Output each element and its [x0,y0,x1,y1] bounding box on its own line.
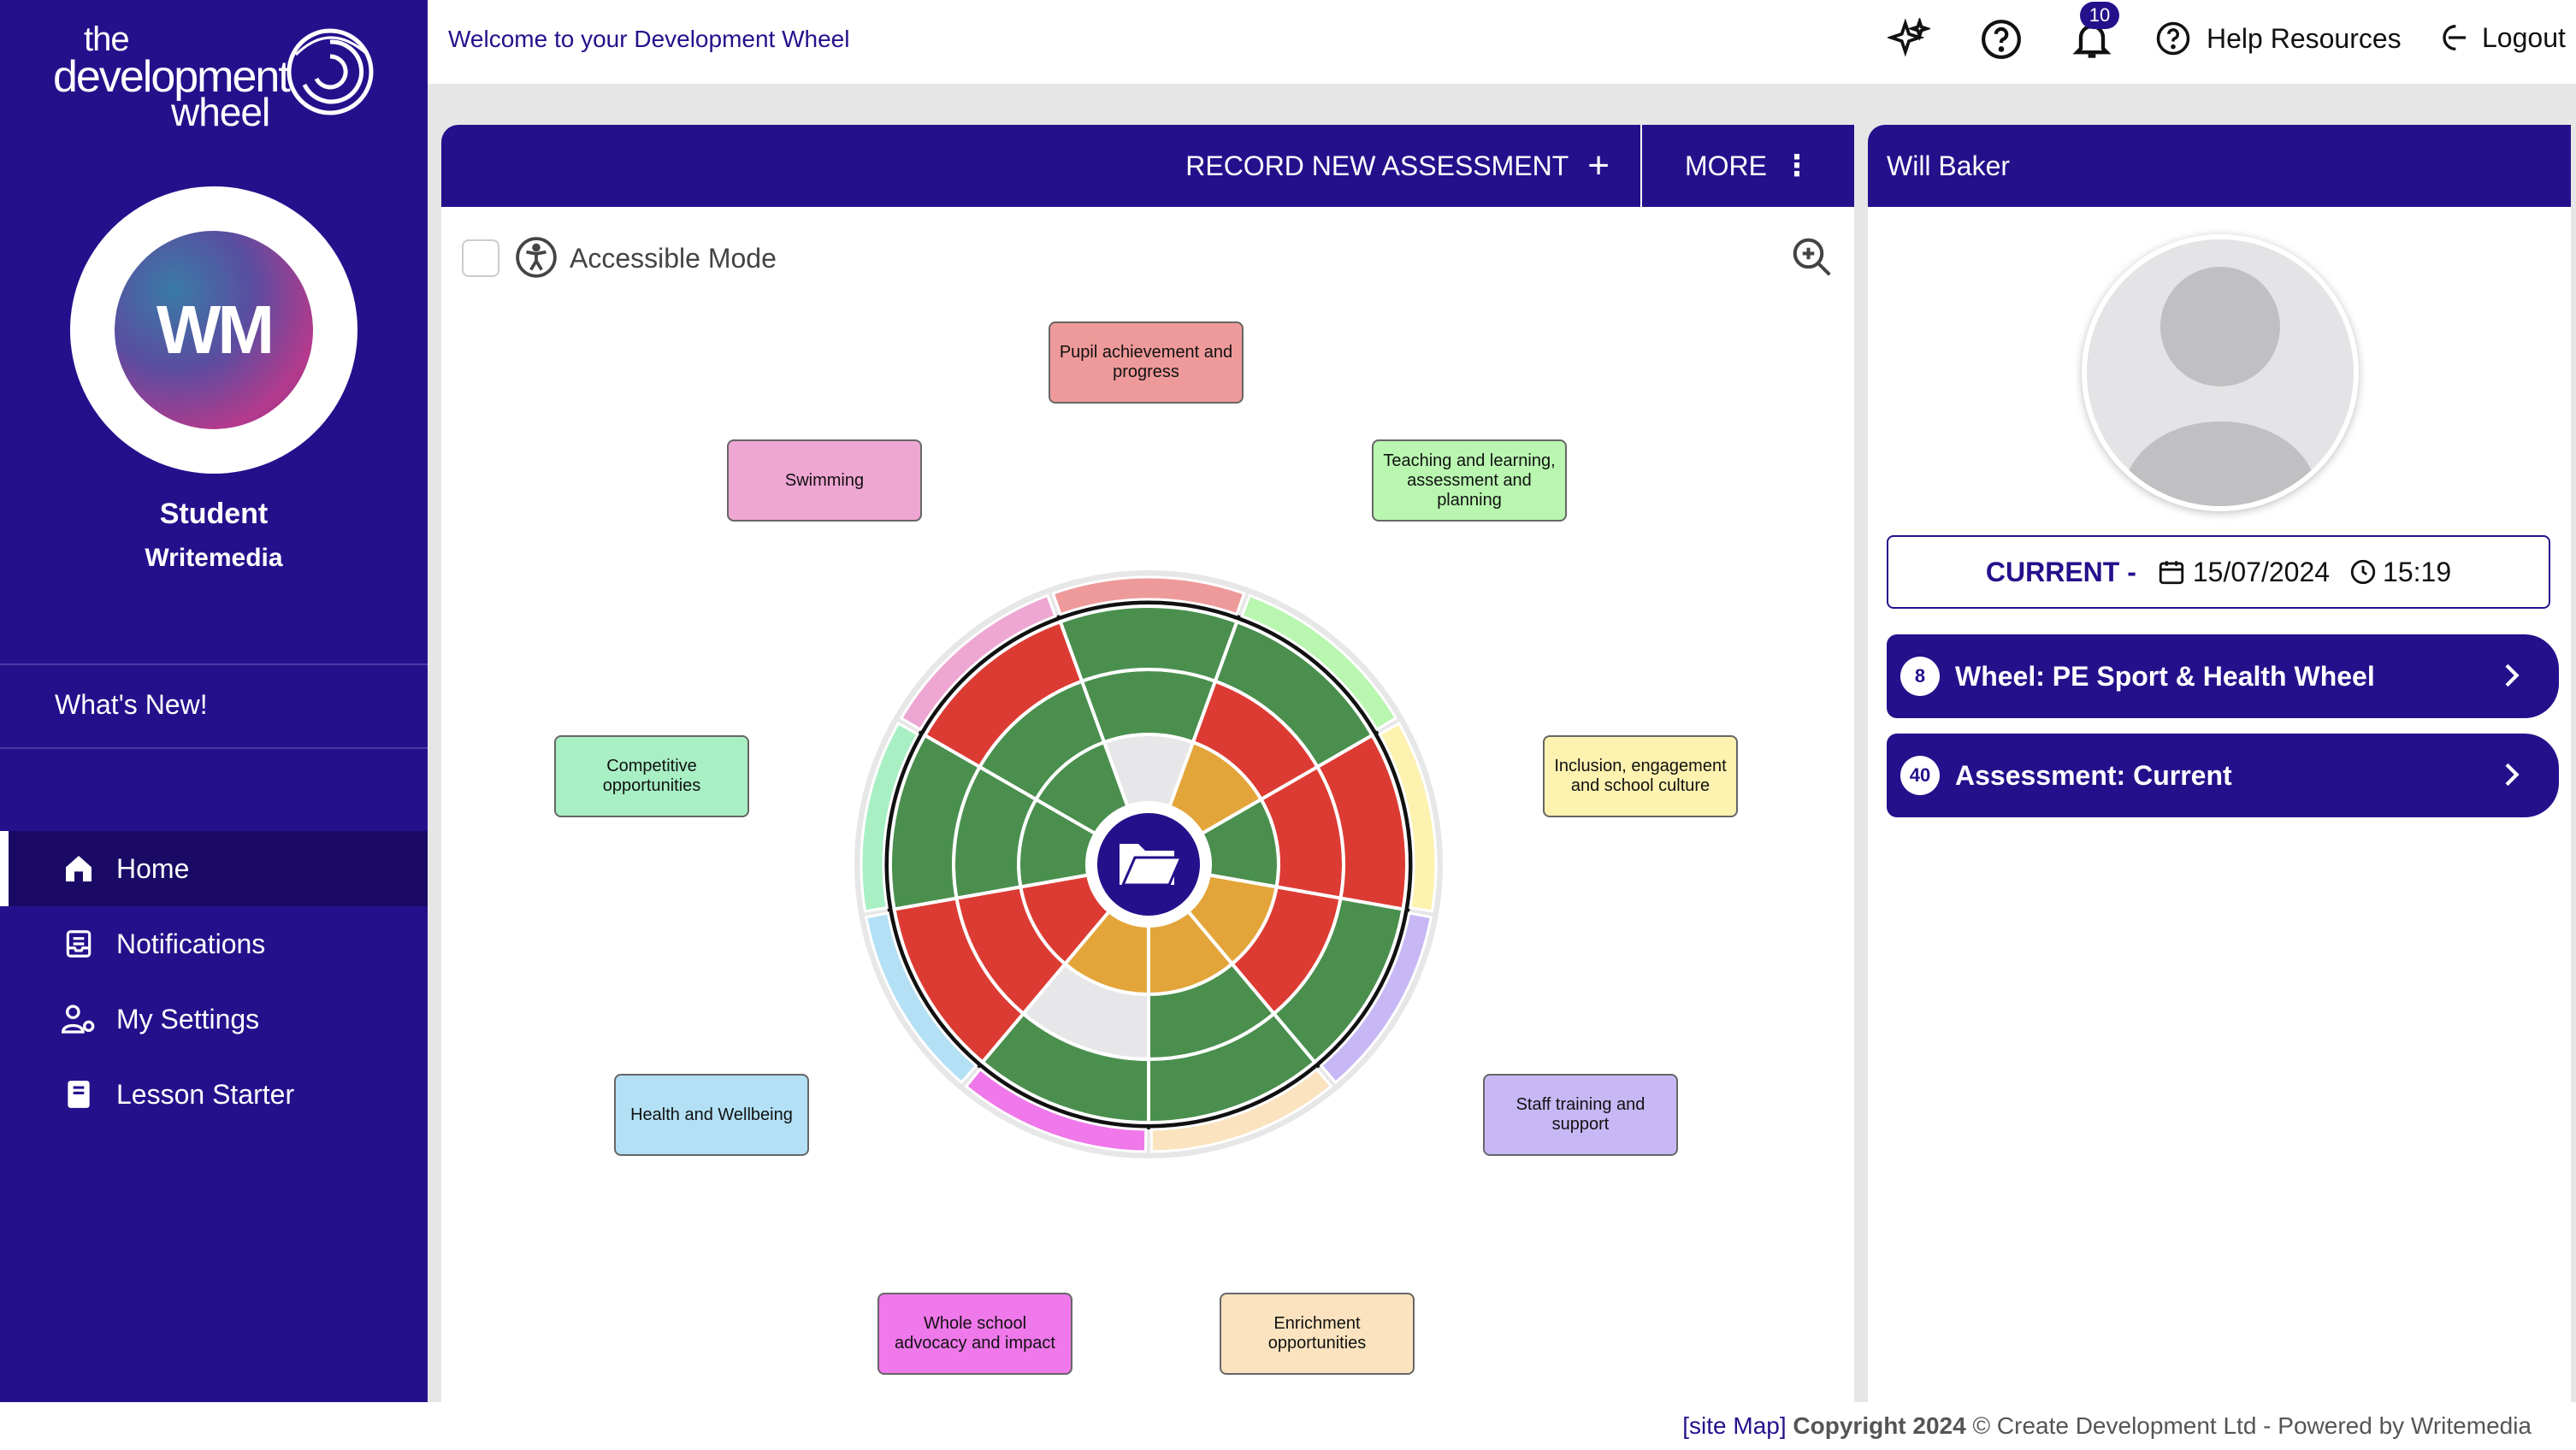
copyright-year: Copyright 2024 [1793,1412,1966,1439]
divider [0,747,428,749]
current-label: CURRENT - [1985,556,2136,587]
logout-label: Logout [2482,21,2566,53]
nav-item-home[interactable]: Home [0,831,428,906]
user-settings-icon [60,1000,97,1038]
profile-avatar[interactable] [2082,234,2359,511]
current-assessment-box[interactable]: CURRENT - 15/07/2024 15:19 [1887,535,2550,609]
wheel-label-enrichment[interactable]: Enrichment opportunities [1220,1293,1415,1375]
user-org: Writemedia [145,544,283,572]
notifications-icon [60,925,97,963]
assessment-time: 15:19 [2383,556,2452,587]
assessment-count-badge: 40 [1900,756,1940,795]
wheel-panel: RECORD NEW ASSESSMENT + MORE ⋮ Accessibl… [441,125,1854,1402]
home-icon [60,850,97,887]
wheel-label-pupil-achievement[interactable]: Pupil achievement and progress [1049,321,1244,404]
profile-name: Will Baker [1868,125,2571,207]
whats-new-link[interactable]: What's New! [55,689,208,721]
site-map-link[interactable]: [site Map] [1682,1412,1786,1439]
org-avatar: WM [70,186,357,474]
footer: [site Map] Copyright 2024 © Create Devel… [0,1402,2576,1450]
sidebar: the development wheel WM Student Writeme… [0,0,428,1402]
notification-count-badge: 10 [2080,2,2119,29]
logout-icon [2443,25,2466,50]
wheel-count-badge: 8 [1900,657,1940,696]
sparkle-icon[interactable] [1885,15,1933,63]
user-role: Student [159,498,269,530]
wheel-segment-0-2[interactable] [1058,604,1239,684]
nav-item-notifications[interactable]: Notifications [0,906,428,981]
chevron-right-icon [2505,663,2520,687]
logo-text-wheel: wheel [171,90,270,134]
org-avatar-initials: WM [115,231,313,429]
footer-text: [site Map] Copyright 2024 © Create Devel… [1682,1412,2532,1440]
nav-item-label: Notifications [116,928,266,959]
calendar-icon [2159,561,2184,585]
clock-icon [2350,559,2376,585]
assessment-date: 15/07/2024 [2192,556,2331,587]
wheel-label-swimming[interactable]: Swimming [727,439,922,522]
assessment-selector[interactable]: 40 Assessment: Current [1887,734,2559,817]
help-resources-link[interactable]: Help Resources [2155,21,2402,56]
nav-item-my-settings[interactable]: My Settings [0,981,428,1057]
nav-item-label: Home [116,852,190,884]
wheel-label-whole-school-advocacy[interactable]: Whole school advocacy and impact [877,1293,1072,1375]
nav-item-label: My Settings [116,1003,260,1034]
profile-panel: Will Baker CURRENT - 15/07/2024 15:19 8 … [1868,125,2571,1402]
wheel-label-teaching-learning[interactable]: Teaching and learning, assessment and pl… [1372,439,1567,522]
nav-item-label: Lesson Starter [116,1078,295,1110]
help-resources-label: Help Resources [2207,22,2402,54]
wheel-selector-label: Wheel: PE Sport & Health Wheel [1955,660,2375,692]
logout-button[interactable]: Logout [2436,21,2566,55]
chevron-right-icon [2505,763,2520,787]
wheel-label-staff-training[interactable]: Staff training and support [1483,1074,1678,1156]
divider [0,663,428,665]
help-circle-icon [2156,21,2190,56]
app-logo[interactable]: the development wheel [50,17,383,134]
nav-item-lesson-starter[interactable]: Lesson Starter [0,1057,428,1132]
wheel-label-health-wellbeing[interactable]: Health and Wellbeing [614,1074,809,1156]
wheel-label-inclusion[interactable]: Inclusion, engagement and school culture [1543,735,1738,817]
assessment-selector-label: Assessment: Current [1955,759,2232,791]
wheel-selector[interactable]: 8 Wheel: PE Sport & Health Wheel [1887,634,2559,718]
welcome-text: Welcome to your Development Wheel [448,26,850,52]
logo-swirl-icon [287,28,374,115]
person-placeholder-icon [2121,267,2319,506]
copyright-text: © Create Development Ltd - Powered by Wr… [1972,1412,2532,1439]
top-bar: Welcome to your Development Wheel 10 Hel… [428,0,2576,84]
wheel-label-competitive-opportunities[interactable]: Competitive opportunities [554,735,749,817]
help-icon[interactable] [1977,15,2025,63]
book-icon [60,1076,97,1113]
